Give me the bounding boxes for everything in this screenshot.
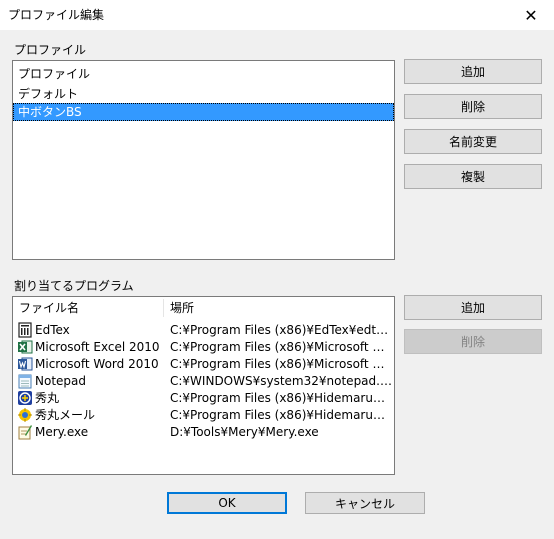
notepad-icon [18,374,32,389]
profile-item-2[interactable]: 中ボタンBS [13,103,394,121]
excel-icon [18,340,33,354]
profile-item-0[interactable]: プロファイル [13,65,394,83]
program-name: Microsoft Word 2010 [35,357,159,371]
program-name: EdTex [35,323,70,337]
program-row[interactable]: 秀丸 C:¥Program Files (x86)¥Hidemaru¥Hidem… [13,390,394,407]
program-row[interactable]: Mery.exe D:¥Tools¥Mery¥Mery.exe [13,424,394,441]
program-name: 秀丸メール [35,408,96,422]
program-list[interactable]: ファイル名 場所 EdTex C:¥Program Files (x86)¥Ed… [12,296,395,475]
profile-list[interactable]: プロファイル デフォルト 中ボタンBS [12,60,395,260]
profile-delete-button[interactable]: 削除 [404,94,542,119]
hidemaru-icon [18,391,32,405]
program-name: Microsoft Excel 2010 [35,340,160,354]
edtex-icon [18,322,32,338]
program-row[interactable]: Microsoft Excel 2010 C:¥Program Files (x… [13,339,394,356]
close-icon: ✕ [524,5,538,25]
program-path: C:¥Program Files (x86)¥Hidemaru¥Hidemar.… [170,391,392,405]
program-path: C:¥Program Files (x86)¥Microsoft Office¥… [170,357,392,371]
program-name: Mery.exe [35,425,89,439]
program-path: C:¥Program Files (x86)¥Microsoft Office¥… [170,340,392,354]
profile-item-1[interactable]: デフォルト [13,85,394,103]
hidemaru-mail-icon [18,408,32,422]
programs-label: 割り当てるプログラム [14,279,134,293]
program-path: C:¥Program Files (x86)¥EdTex¥edtex.exe [170,323,392,337]
title-bar: プロファイル編集 ✕ [0,0,554,31]
cancel-button[interactable]: キャンセル [305,492,425,514]
program-row[interactable]: EdTex C:¥Program Files (x86)¥EdTex¥edtex… [13,322,394,339]
profiles-label: プロファイル [14,43,87,57]
profile-add-button[interactable]: 追加 [404,59,542,84]
close-button[interactable]: ✕ [508,0,554,30]
profile-rename-button[interactable]: 名前変更 [404,129,542,154]
program-path: C:¥WINDOWS¥system32¥notepad.exe [170,374,392,388]
word-icon [18,357,33,371]
mery-icon [18,425,32,440]
column-header-path[interactable]: 場所 [164,297,394,319]
program-add-button[interactable]: 追加 [404,295,542,320]
program-row[interactable]: Microsoft Word 2010 C:¥Program Files (x8… [13,356,394,373]
program-delete-button: 削除 [404,329,542,354]
program-list-header: ファイル名 場所 [13,297,394,319]
window-title: プロファイル編集 [8,8,105,22]
program-row[interactable]: 秀丸メール C:¥Program Files (x86)¥HidemaruMai… [13,407,394,424]
program-name: 秀丸 [35,391,60,405]
program-row[interactable]: Notepad C:¥WINDOWS¥system32¥notepad.exe [13,373,394,390]
ok-button[interactable]: OK [167,492,287,514]
column-header-name[interactable]: ファイル名 [13,297,163,319]
profile-duplicate-button[interactable]: 複製 [404,164,542,189]
program-path: D:¥Tools¥Mery¥Mery.exe [170,425,319,439]
program-name: Notepad [35,374,86,388]
program-path: C:¥Program Files (x86)¥HidemaruMail¥Tur.… [170,408,392,422]
